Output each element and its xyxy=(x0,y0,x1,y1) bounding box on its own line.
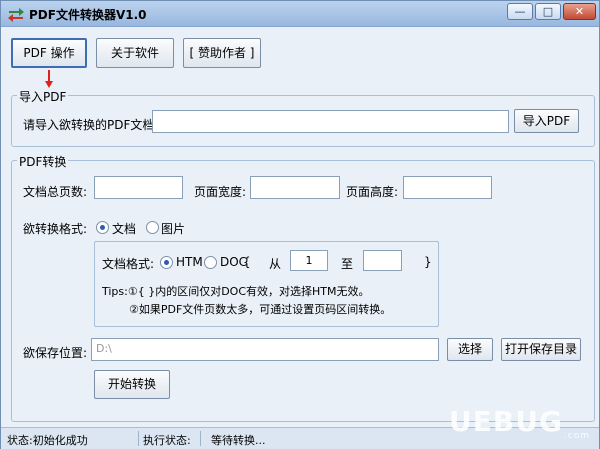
doc-format-htm-label: HTM xyxy=(176,255,203,269)
open-save-folder-button[interactable]: 打开保存目录 xyxy=(501,338,581,361)
watermark-suffix: .com xyxy=(563,431,590,441)
minimize-button[interactable]: — xyxy=(507,3,533,20)
status-separator xyxy=(138,431,139,446)
doc-format-label: 文档格式: xyxy=(102,257,155,271)
format-image-label: 图片 xyxy=(161,222,186,236)
range-to-field[interactable] xyxy=(363,250,402,271)
red-arrow-icon xyxy=(45,70,53,88)
exec-status-value: 等待转换... xyxy=(211,434,266,447)
total-pages-field[interactable] xyxy=(94,176,183,199)
pdf-convert-group-title: PDF转换 xyxy=(17,153,69,170)
app-icon xyxy=(8,8,24,22)
page-height-label: 页面高度: xyxy=(346,185,399,199)
format-image-radio[interactable] xyxy=(146,221,159,234)
tip-line-2: ②如果PDF文件页数太多，可通过设置页码区间转换。 xyxy=(129,303,392,316)
status-state-text: 状态:初始化成功 xyxy=(7,434,88,447)
page-height-field[interactable] xyxy=(403,176,492,199)
watermark-logo: UEBUG .com xyxy=(449,405,594,449)
doc-format-doc-radio[interactable] xyxy=(204,256,217,269)
start-convert-button[interactable]: 开始转换 xyxy=(94,370,170,399)
doc-format-htm-radio[interactable] xyxy=(160,256,173,269)
save-path-field[interactable]: D:\ xyxy=(91,338,439,361)
page-width-label: 页面宽度: xyxy=(194,185,247,199)
save-location-label: 欲保存位置: xyxy=(23,346,88,360)
format-document-radio[interactable] xyxy=(96,221,109,234)
watermark-text: UEBUG xyxy=(449,405,563,438)
close-button[interactable]: ✕ xyxy=(563,3,596,20)
pdf-file-path-field[interactable] xyxy=(152,110,509,133)
format-label: 欲转换格式: xyxy=(23,222,88,236)
window-title: PDF文件转换器V1.0 xyxy=(29,8,147,22)
status-separator xyxy=(200,431,201,446)
import-prompt-label: 请导入欲转换的PDF文档: xyxy=(23,118,159,132)
tip-line-1: Tips:①{ }内的区间仅对DOC有效，对选择HTM无效。 xyxy=(102,285,370,298)
format-document-label: 文档 xyxy=(112,222,137,236)
import-pdf-group-title: 导入PDF xyxy=(17,88,69,105)
page-width-field[interactable] xyxy=(250,176,340,199)
sponsor-author-button[interactable]: [ 赞助作者 ] xyxy=(183,38,261,68)
maximize-button[interactable]: □ xyxy=(535,3,561,20)
range-brace-close: } xyxy=(424,255,432,269)
range-from-field[interactable]: 1 xyxy=(290,250,328,271)
total-pages-label: 文档总页数: xyxy=(23,185,88,199)
app-window: PDF文件转换器V1.0 — □ ✕ PDF 操作 关于软件 [ 赞助作者 ] … xyxy=(0,0,600,449)
range-brace-open: { xyxy=(243,255,251,269)
range-from-label: 从 xyxy=(269,257,282,271)
about-software-button[interactable]: 关于软件 xyxy=(96,38,174,68)
range-to-label: 至 xyxy=(341,257,354,271)
choose-folder-button[interactable]: 选择 xyxy=(447,338,493,361)
exec-status-label: 执行状态: xyxy=(143,434,191,447)
pdf-operation-button[interactable]: PDF 操作 xyxy=(11,38,87,68)
import-pdf-button[interactable]: 导入PDF xyxy=(514,109,579,133)
title-bar[interactable]: PDF文件转换器V1.0 — □ ✕ xyxy=(1,1,599,27)
